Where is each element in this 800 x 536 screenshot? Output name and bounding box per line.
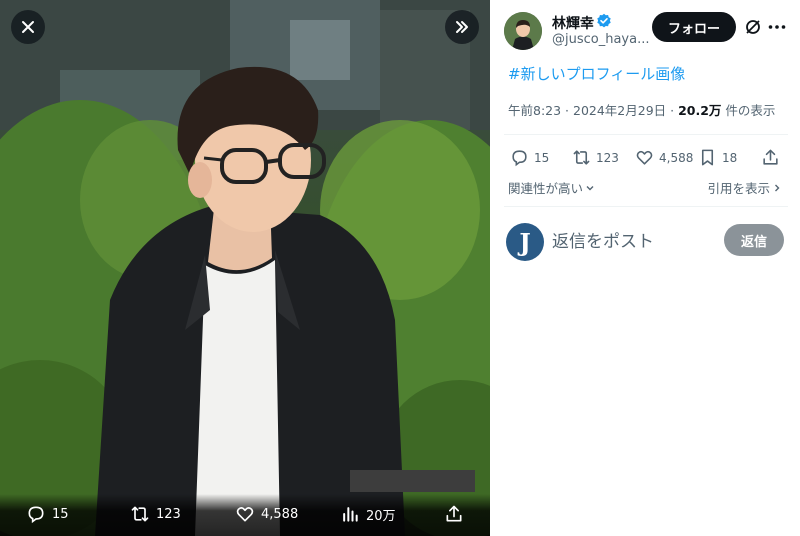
reply-icon (28, 506, 44, 524)
post-time[interactable]: 午前8:23 (508, 103, 561, 118)
bookmark-icon (701, 149, 714, 166)
expand-panel-button[interactable] (445, 10, 479, 44)
media-views-button[interactable]: 20万 (340, 504, 396, 524)
like-button[interactable]: 4,588 (635, 148, 693, 167)
reply-input[interactable] (552, 228, 712, 256)
media-reply-count: 15 (52, 506, 69, 522)
sort-relevance-label: 関連性が高い (508, 181, 584, 196)
repost-icon (131, 506, 149, 522)
post-hashtag[interactable]: #新しいプロフィール画像 (508, 63, 685, 84)
grok-icon[interactable] (744, 18, 762, 36)
author-avatar[interactable] (504, 12, 542, 50)
meta-separator: · (561, 103, 573, 118)
post-view-count: 20.2万 (678, 103, 722, 118)
share-button[interactable] (761, 148, 780, 167)
sort-relevance-dropdown[interactable]: 関連性が高い (508, 178, 595, 197)
author-name[interactable]: 林輝幸 (552, 13, 594, 33)
media-repost-count: 123 (156, 506, 181, 522)
reply-button[interactable]: 15 (510, 148, 549, 167)
heart-icon (236, 507, 254, 522)
reply-icon (512, 150, 527, 167)
avatar-image (504, 12, 542, 50)
heart-icon (636, 150, 653, 165)
post-metadata: 午前8:23 · 2024年2月29日 · 20.2万 件の表示 (508, 100, 775, 119)
analytics-icon (343, 507, 358, 522)
bookmark-count: 18 (722, 150, 738, 165)
repost-icon (573, 150, 590, 165)
media-view-count: 20万 (366, 508, 396, 524)
media-like-button[interactable]: 4,588 (235, 504, 298, 524)
divider (504, 206, 788, 207)
double-chevron-right-icon (456, 21, 468, 33)
view-quotes-link[interactable]: 引用を表示 (707, 178, 782, 197)
post-date[interactable]: 2024年2月29日 (573, 103, 666, 118)
post-panel: 林輝幸 @jusco_haya... フォロー #新しいプロフィール画像 午前8… (490, 0, 800, 536)
current-user-avatar[interactable]: J (506, 223, 544, 261)
repost-count: 123 (596, 150, 619, 165)
more-options-icon[interactable] (766, 16, 788, 38)
reply-count: 15 (534, 150, 550, 165)
divider (504, 134, 788, 135)
share-icon (446, 505, 462, 522)
close-button[interactable] (11, 10, 45, 44)
media-repost-button[interactable]: 123 (130, 504, 181, 524)
media-viewer: 15 123 4,588 20万 (0, 0, 490, 536)
media-action-bar: 15 123 4,588 20万 (0, 494, 490, 536)
like-count: 4,588 (659, 150, 694, 165)
post-detail-view: 15 123 4,588 20万 林輝幸 @jusco_haya... フォロー… (0, 0, 800, 536)
chevron-right-icon (775, 184, 780, 191)
post-views-suffix: 件の表示 (725, 103, 776, 118)
repost-button[interactable]: 123 (572, 148, 619, 167)
reply-submit-button[interactable]: 返信 (724, 224, 784, 256)
chevron-down-icon (586, 185, 594, 190)
share-icon (763, 149, 778, 165)
close-icon (22, 21, 34, 33)
follow-button[interactable]: フォロー (652, 12, 736, 42)
view-quotes-label: 引用を表示 (707, 181, 770, 196)
verified-badge-icon (597, 13, 611, 28)
bookmark-button[interactable]: 18 (698, 148, 737, 167)
media-share-button[interactable] (444, 504, 464, 524)
media-reply-button[interactable]: 15 (26, 504, 69, 524)
author-handle[interactable]: @jusco_haya... (552, 32, 650, 47)
media-like-count: 4,588 (261, 506, 299, 522)
profile-photo (0, 0, 490, 536)
meta-separator: · (666, 103, 679, 118)
